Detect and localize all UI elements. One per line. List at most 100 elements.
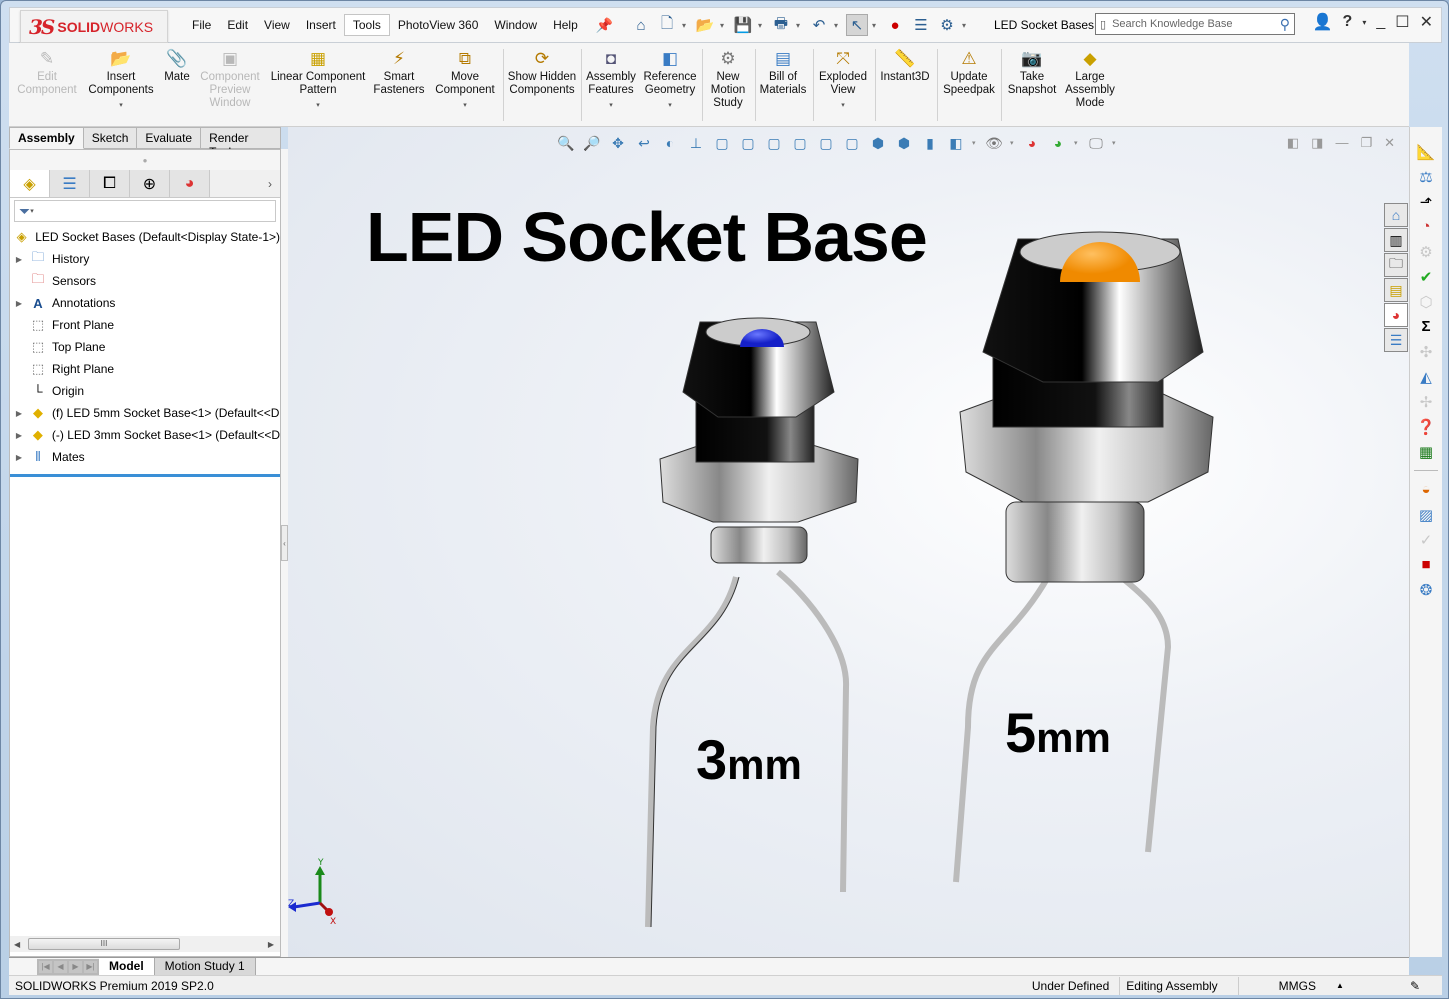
update-speedpak-button[interactable]: ⚠ Update Speedpak xyxy=(939,47,999,97)
bill-of-materials-button[interactable]: ▤ Bill of Materials xyxy=(757,47,809,97)
mass-properties-icon[interactable]: ⚖ xyxy=(1410,164,1442,189)
move-component-dropdown[interactable]: ▾ xyxy=(463,99,467,112)
rebuild-traffic-light-icon[interactable]: ● xyxy=(884,14,906,36)
menu-help[interactable]: Help xyxy=(545,15,586,35)
solidworks-resources-icon[interactable]: ⌂ xyxy=(1384,203,1408,227)
rebuild-status-icon[interactable]: ✎ xyxy=(1404,977,1442,995)
open-dropdown[interactable]: ▾ xyxy=(720,21,728,30)
linear-pattern-dropdown[interactable]: ▾ xyxy=(316,99,320,112)
move-component-button[interactable]: ⧉ Move Component ▾ xyxy=(431,47,499,112)
color-icon[interactable]: ■ xyxy=(1410,552,1442,577)
menu-file[interactable]: File xyxy=(184,15,219,35)
tree-item-right-plane[interactable]: ⬚ Right Plane xyxy=(10,358,280,380)
assembly-visualization-icon[interactable]: ◭ xyxy=(1410,364,1442,389)
reference-geometry-dropdown[interactable]: ▾ xyxy=(668,99,672,112)
scroll-right-icon[interactable]: ▶ xyxy=(268,940,274,949)
print-dropdown[interactable]: ▾ xyxy=(796,21,804,30)
propertymanager-tab-icon[interactable]: ☰ xyxy=(50,170,90,197)
large-assembly-mode-button[interactable]: ◆ Large Assembly Mode xyxy=(1061,47,1119,110)
lifesaver-icon[interactable]: ❂ xyxy=(1410,577,1442,602)
new-document-icon[interactable]: 🗋 xyxy=(656,14,678,36)
curvature-icon[interactable]: ◒ xyxy=(1410,477,1442,502)
menu-view[interactable]: View xyxy=(256,15,298,35)
save-dropdown[interactable]: ▾ xyxy=(758,21,766,30)
rollback-bar[interactable] xyxy=(10,474,280,477)
custom-properties-icon[interactable]: ☰ xyxy=(1384,328,1408,352)
save-icon[interactable]: 💾 xyxy=(732,14,754,36)
menu-insert[interactable]: Insert xyxy=(298,15,344,35)
undo-dropdown[interactable]: ▾ xyxy=(834,21,842,30)
undo-icon[interactable]: ↶ xyxy=(808,14,830,36)
search-icon[interactable]: ⚲ xyxy=(1280,16,1290,33)
assembly-features-dropdown[interactable]: ▾ xyxy=(609,99,613,112)
sigma-equations-icon[interactable]: Σ xyxy=(1410,314,1442,339)
menu-window[interactable]: Window xyxy=(486,15,545,35)
help-icon[interactable]: ? xyxy=(1343,13,1353,31)
options-dropdown[interactable]: ▾ xyxy=(962,21,970,30)
featuremanager-tab-icon[interactable]: ◈ xyxy=(10,170,50,197)
compare-icon[interactable]: ✢ xyxy=(1410,389,1442,414)
select-pointer-icon[interactable]: ↖ xyxy=(846,14,868,36)
tree-root-assembly[interactable]: ◈ LED Socket Bases (Default<Display State… xyxy=(10,226,280,248)
first-tab-icon[interactable]: |◀ xyxy=(39,960,52,973)
expand-arrow-icon[interactable]: ▶ xyxy=(10,255,28,264)
tab-render-tools[interactable]: Render Tools xyxy=(201,127,281,159)
prev-tab-icon[interactable]: ◀ xyxy=(54,960,67,973)
search-knowledge-base-input[interactable]: ▯ Search Knowledge Base ⚲ xyxy=(1095,13,1295,35)
scroll-thumb[interactable]: III xyxy=(28,938,180,950)
mate-button[interactable]: 📎 Mate xyxy=(159,47,195,84)
tree-item-annotations[interactable]: ▶ A Annotations xyxy=(10,292,280,314)
options-gear-icon[interactable]: ⚙ xyxy=(936,14,958,36)
tab-sketch[interactable]: Sketch xyxy=(83,127,138,149)
expand-arrow-icon[interactable]: ▶ xyxy=(10,453,28,462)
measure-icon[interactable]: 📐 xyxy=(1410,139,1442,164)
view-palette-icon[interactable]: ▤ xyxy=(1384,278,1408,302)
configurationmanager-tab-icon[interactable]: ⧠ xyxy=(90,170,130,197)
minimize-icon[interactable]: _ xyxy=(1376,13,1385,31)
close-icon[interactable]: ✕ xyxy=(1420,12,1433,32)
tab-evaluate[interactable]: Evaluate xyxy=(137,127,202,149)
zebra-stripes-icon[interactable]: ▨ xyxy=(1410,502,1442,527)
export-excel-icon[interactable]: ▦ xyxy=(1410,439,1442,464)
pane-splitter[interactable]: ‹ xyxy=(281,149,288,957)
open-icon[interactable]: 📂 xyxy=(694,14,716,36)
tree-item-history[interactable]: ▶ 🗀 History xyxy=(10,248,280,270)
exploded-view-button[interactable]: ⤧ Exploded View ▾ xyxy=(815,47,871,112)
check-icon[interactable]: ✓ xyxy=(1410,527,1442,552)
displaymanager-tab-icon[interactable]: ◕ xyxy=(170,170,210,197)
insert-components-dropdown[interactable]: ▾ xyxy=(119,99,123,112)
take-snapshot-button[interactable]: 📷 Take Snapshot xyxy=(1003,47,1061,97)
unit-system-dropdown-icon[interactable]: ▲ xyxy=(1330,977,1404,995)
menu-edit[interactable]: Edit xyxy=(219,15,256,35)
tree-item-led-5mm[interactable]: ▶ ◆ (f) LED 5mm Socket Base<1> (Default<<D xyxy=(10,402,280,424)
check-active-document-icon[interactable]: ❓ xyxy=(1410,414,1442,439)
linear-component-pattern-button[interactable]: ▦ Linear Component Pattern ▾ xyxy=(267,47,369,112)
tree-item-mates[interactable]: ▶ ⫴ Mates xyxy=(10,446,280,468)
instant3d-button[interactable]: 📏 Instant3D xyxy=(877,47,933,84)
file-explorer-icon[interactable]: 🗀 xyxy=(1384,253,1408,277)
maximize-icon[interactable]: ☐ xyxy=(1395,12,1409,32)
clearance-verification-icon[interactable]: ⬡ xyxy=(1410,289,1442,314)
insert-components-button[interactable]: 📂 Insert Components ▾ xyxy=(85,47,157,112)
select-dropdown[interactable]: ▾ xyxy=(872,21,880,30)
dimxpertmanager-tab-icon[interactable]: ⊕ xyxy=(130,170,170,197)
user-icon[interactable]: 👤 xyxy=(1313,12,1333,32)
tab-motion-study-1[interactable]: Motion Study 1 xyxy=(154,957,256,976)
new-motion-study-button[interactable]: ⚙ New Motion Study xyxy=(703,47,753,110)
reference-geometry-button[interactable]: ◧ Reference Geometry ▾ xyxy=(641,47,699,112)
help-dropdown-icon[interactable]: ▾ xyxy=(1362,18,1366,27)
scroll-left-icon[interactable]: ◀ xyxy=(14,940,20,949)
print-icon[interactable]: 🖶 xyxy=(770,14,792,36)
interference-detection-icon[interactable]: ✔ xyxy=(1410,264,1442,289)
menu-tools[interactable]: Tools xyxy=(343,14,390,36)
assembly-features-button[interactable]: ◘ Assembly Features ▾ xyxy=(583,47,639,112)
chevron-right-icon[interactable]: › xyxy=(260,170,280,197)
smart-fasteners-button[interactable]: ⚡ Smart Fasteners xyxy=(371,47,427,97)
home-icon[interactable]: ⌂ xyxy=(630,14,652,36)
tree-item-front-plane[interactable]: ⬚ Front Plane xyxy=(10,314,280,336)
last-tab-icon[interactable]: ▶| xyxy=(84,960,97,973)
tree-item-origin[interactable]: └ Origin xyxy=(10,380,280,402)
new-dropdown[interactable]: ▾ xyxy=(682,21,690,30)
expand-arrow-icon[interactable]: ▶ xyxy=(10,299,28,308)
design-library-icon[interactable]: ▥ xyxy=(1384,228,1408,252)
